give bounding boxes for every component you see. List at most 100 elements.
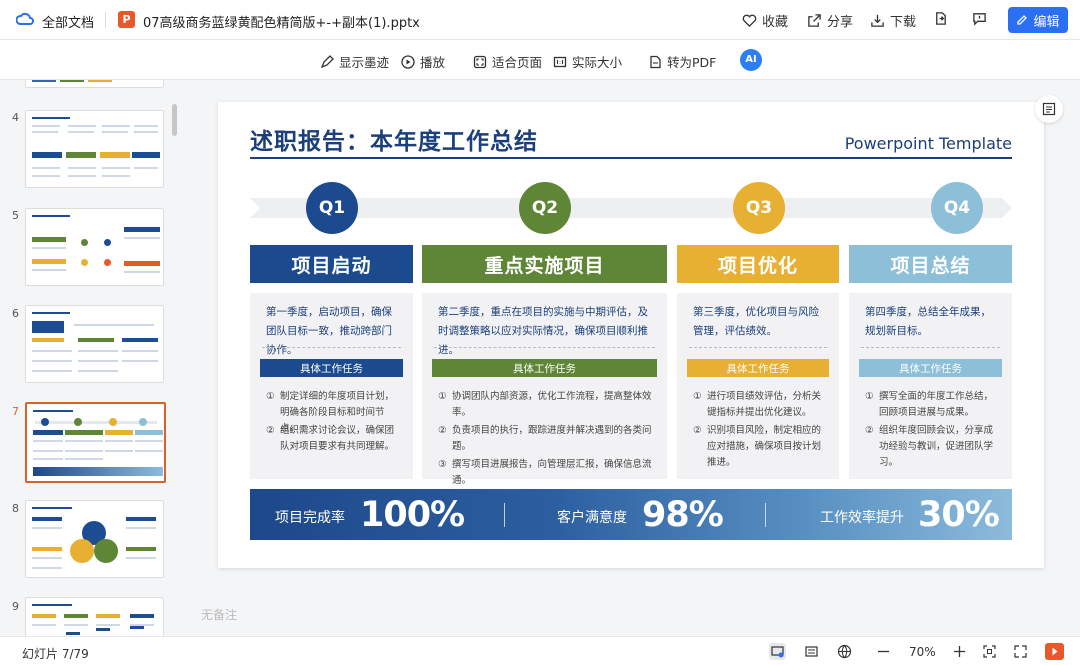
quarter-card-4: 第四季度，总结全年成果，规划新目标。 具体工作任务 ① 撰写全面的年度工作总结，回顾项… (849, 293, 1012, 479)
slide-canvas: 述职报告：本年度工作总结 Powerpoint Template Q1 项目启动第… (218, 102, 1044, 568)
task-number: ① (693, 391, 702, 402)
ink-pen-icon (320, 54, 334, 68)
title-underline (250, 157, 1012, 159)
quarter-description: 第三季度，优化项目与风险管理，评估绩效。 (693, 306, 819, 337)
task-text: 进行项目绩效评估，分析关键指标并提出优化建议。 (707, 391, 822, 418)
task-text: 撰写项目进展报告，向管理层汇报，确保信息流通。 (452, 459, 652, 486)
comment-icon[interactable] (972, 11, 987, 26)
share-icon (808, 14, 821, 27)
quarter-badge-1: Q1 (306, 182, 358, 234)
ai-assistant-button[interactable]: AI (740, 49, 762, 71)
quarter-title-2: 重点实施项目 (422, 245, 667, 283)
task-text: 组织年度回顾会议，分享成功经验与教训，促进团队学习。 (879, 425, 994, 468)
slide-thumbnail-4[interactable] (25, 110, 164, 188)
task-number: ② (693, 425, 702, 436)
fullscreen-icon[interactable] (1012, 643, 1029, 660)
task-number: ② (865, 425, 874, 436)
task-item: ② 负责项目的执行，跟踪进度并解决遇到的各类问题。 (438, 423, 655, 455)
customer-satisfaction-label: 客户满意度 (557, 510, 627, 526)
favorite-button[interactable]: 收藏 (742, 11, 788, 30)
top-bar: 全部文档 P 07高级商务蓝绿黄配色精简版+-+副本(1).pptx 收藏 分享… (0, 0, 1080, 40)
favorite-label: 收藏 (762, 15, 789, 30)
task-number: ① (865, 391, 874, 402)
status-bar: 幻灯片 7/79 70% (0, 636, 1080, 665)
task-header: 具体工作任务 (432, 359, 657, 377)
divider (765, 503, 766, 527)
slide-number: 4 (12, 111, 19, 124)
task-item: ② 识别项目风险，制定相应的应对措施，确保项目按计划推进。 (693, 423, 827, 471)
show-ink-label: 显示墨迹 (339, 55, 390, 70)
normal-view-icon[interactable] (769, 643, 786, 660)
task-number: ② (438, 425, 447, 436)
play-icon (1052, 647, 1058, 656)
all-docs-link[interactable]: 全部文档 (42, 12, 94, 31)
divider (105, 12, 106, 28)
web-view-icon[interactable] (836, 643, 853, 660)
zoom-in-icon[interactable] (951, 643, 968, 660)
convert-pdf-label: 转为PDF (667, 55, 717, 70)
file-name: 07高级商务蓝绿黄配色精简版+-+副本(1).pptx (143, 16, 420, 31)
slide-number-current: 7 (12, 405, 19, 418)
slide-thumbnail-3[interactable] (25, 80, 164, 88)
slide-subtitle: Powerpoint Template (844, 134, 1012, 153)
download-button[interactable]: 下载 (870, 11, 916, 30)
notes-panel-icon (1042, 102, 1056, 116)
slide-thumbnail-6[interactable] (25, 305, 164, 383)
task-number: ③ (438, 459, 447, 470)
quarter-description: 第四季度，总结全年成果，规划新目标。 (865, 306, 991, 337)
sidebar-scrollbar[interactable] (172, 104, 177, 136)
zoom-level[interactable]: 70% (909, 645, 936, 659)
actual-size-button[interactable]: 实际大小 (553, 52, 622, 71)
task-number: ① (266, 391, 275, 402)
play-label: 播放 (420, 55, 446, 70)
edit-button[interactable]: 编辑 (1008, 7, 1068, 33)
cloud-docs-icon[interactable] (16, 11, 34, 29)
download-label: 下载 (890, 15, 917, 30)
task-text: 撰写全面的年度工作总结，回顾项目进展与成果。 (879, 391, 994, 418)
completion-rate-label: 项目完成率 (275, 510, 345, 526)
show-ink-button[interactable]: 显示墨迹 (320, 52, 389, 71)
play-button[interactable]: 播放 (401, 52, 445, 71)
speaker-notes[interactable]: 无备注 (201, 606, 237, 623)
customer-satisfaction-value: 98% (642, 495, 724, 535)
slide-thumbnail-8[interactable] (25, 500, 164, 578)
document-export-icon[interactable] (933, 11, 948, 26)
slide-counter: 幻灯片 7/79 (22, 647, 89, 661)
slide-number: 9 (12, 600, 19, 613)
quarter-description: 第一季度，启动项目，确保团队目标一致，推动跨部门协作。 (266, 306, 392, 356)
view-toolbar: 显示墨迹 播放 适合页面 实际大小 转为PDF (0, 40, 1080, 80)
task-header: 具体工作任务 (687, 359, 829, 377)
task-number: ① (438, 391, 447, 402)
task-text: 协调团队内部资源，优化工作流程，提高整体效率。 (452, 391, 652, 418)
task-text: 负责项目的执行，跟踪进度并解决遇到的各类问题。 (452, 425, 652, 452)
slide-thumbnail-7-current[interactable] (25, 402, 166, 483)
edit-label: 编辑 (1033, 14, 1060, 30)
fit-page-icon (473, 55, 487, 68)
task-text: 组织需求讨论会议，确保团队对项目要求有共同理解。 (280, 425, 395, 452)
share-button[interactable]: 分享 (807, 11, 853, 30)
divider (861, 347, 1000, 348)
slide-notes-toggle[interactable] (1035, 95, 1063, 123)
fit-window-icon[interactable] (981, 643, 998, 660)
slide-thumbnail-5[interactable] (25, 208, 164, 286)
quarter-badge-3: Q3 (733, 182, 785, 234)
convert-pdf-button[interactable]: 转为PDF (648, 52, 716, 71)
slide-title: 述职报告：本年度工作总结 (250, 129, 538, 155)
heart-icon (742, 14, 757, 28)
zoom-out-icon[interactable] (875, 643, 892, 660)
efficiency-gain-label: 工作效率提升 (820, 510, 904, 526)
fit-page-button[interactable]: 适合页面 (473, 52, 542, 71)
slide-thumbnail-9[interactable] (25, 597, 164, 636)
timeline-arrow (250, 198, 1012, 218)
quarter-badge-4: Q4 (931, 182, 983, 234)
fit-page-label: 适合页面 (492, 55, 543, 70)
slide-number: 5 (12, 209, 19, 222)
quarter-card-1: 第一季度，启动项目，确保团队目标一致，推动跨部门协作。 具体工作任务 ① 制定详细的年… (250, 293, 413, 479)
slide-number: 6 (12, 307, 19, 320)
slideshow-play-button[interactable] (1045, 643, 1064, 660)
divider (434, 347, 655, 348)
task-header: 具体工作任务 (260, 359, 403, 377)
efficiency-gain-value: 30% (918, 495, 1000, 535)
notes-view-icon[interactable] (803, 643, 820, 660)
pdf-convert-icon (650, 55, 661, 68)
